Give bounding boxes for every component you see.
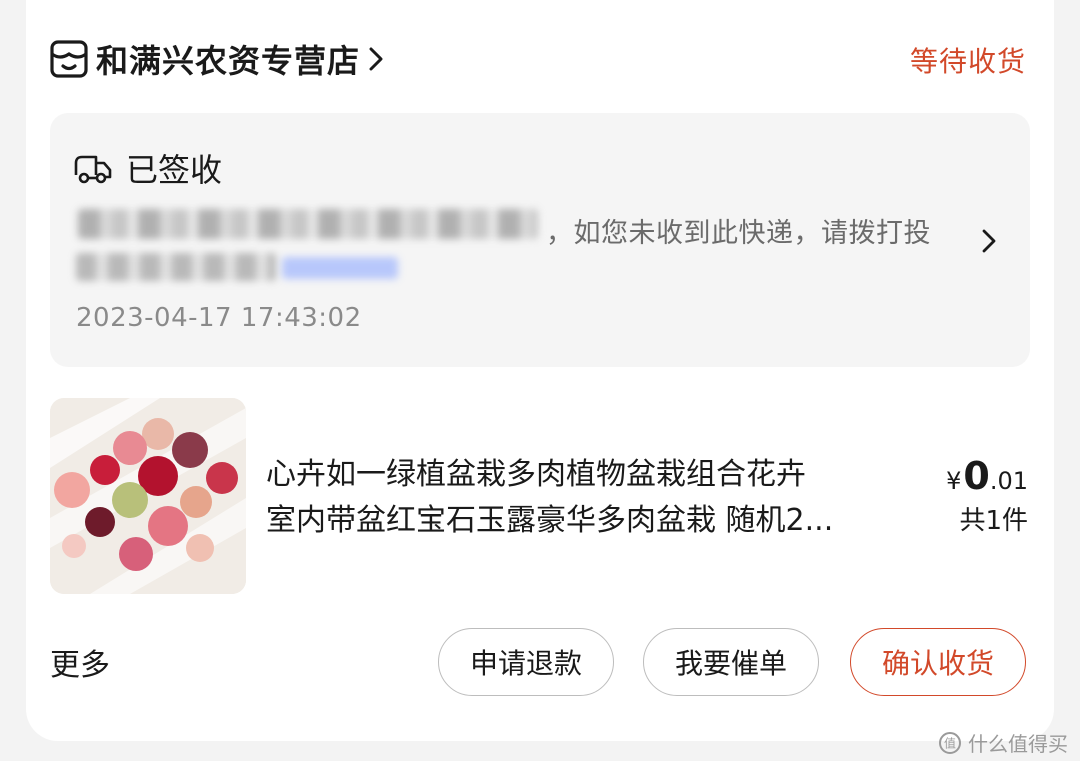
product-title-line2: 室内带盆红宝石玉露豪华多肉盆栽 随机2... — [266, 503, 834, 538]
redacted-phone-link — [282, 257, 398, 279]
logistics-status: 已签收 — [126, 151, 223, 189]
redacted-text — [76, 253, 276, 281]
logistics-panel[interactable]: 已签收 ，如您未收到此快递，请拨打投 2023-04-17 17:43:02 — [50, 113, 1030, 367]
product-quantity: 共1件 — [959, 506, 1028, 536]
product-title-line1: 心卉如一绿植盆栽多肉植物盆栽组合花卉 — [266, 457, 806, 492]
watermark: 值 什么值得买 — [938, 728, 1068, 757]
order-header: 和满兴农资专营店 等待收货 — [50, 30, 1026, 80]
logistics-time: 2023-04-17 17:43:02 — [76, 303, 362, 333]
redacted-text — [78, 209, 538, 239]
price-currency: ¥ — [946, 467, 962, 495]
more-button[interactable]: 更多 — [50, 640, 110, 684]
logistics-message: ，如您未收到此快递，请拨打投 — [546, 218, 931, 249]
shop-icon — [50, 40, 88, 78]
succulents-photo — [50, 398, 246, 594]
truck-icon — [74, 155, 112, 184]
chevron-right-icon — [982, 229, 996, 253]
product-image[interactable] — [50, 398, 246, 594]
shop-name: 和满兴农资专营店 — [96, 42, 361, 80]
refund-button[interactable]: 申请退款 — [438, 628, 614, 696]
shop-link[interactable]: 和满兴农资专营店 — [50, 36, 384, 82]
order-status: 等待收货 — [909, 45, 1026, 78]
watermark-text: 什么值得买 — [968, 732, 1068, 756]
chevron-right-icon — [369, 47, 383, 71]
price-integer: 0 — [963, 454, 990, 498]
smzdm-logo-icon: 值 — [939, 731, 961, 754]
price-decimal: .01 — [989, 467, 1028, 495]
product-price: ¥ 0 .01 — [946, 454, 1028, 498]
confirm-receipt-button[interactable]: 确认收货 — [850, 628, 1026, 696]
product-title[interactable]: 心卉如一绿植盆栽多肉植物盆栽组合花卉 室内带盆红宝石玉露豪华多肉盆栽 随机2..… — [266, 452, 906, 544]
order-card: 和满兴农资专营店 等待收货 已签收 ，如您未收到此快递，请拨打投 2023-04… — [26, 0, 1054, 741]
urge-order-button[interactable]: 我要催单 — [643, 628, 819, 696]
svg-text:值: 值 — [944, 735, 956, 750]
